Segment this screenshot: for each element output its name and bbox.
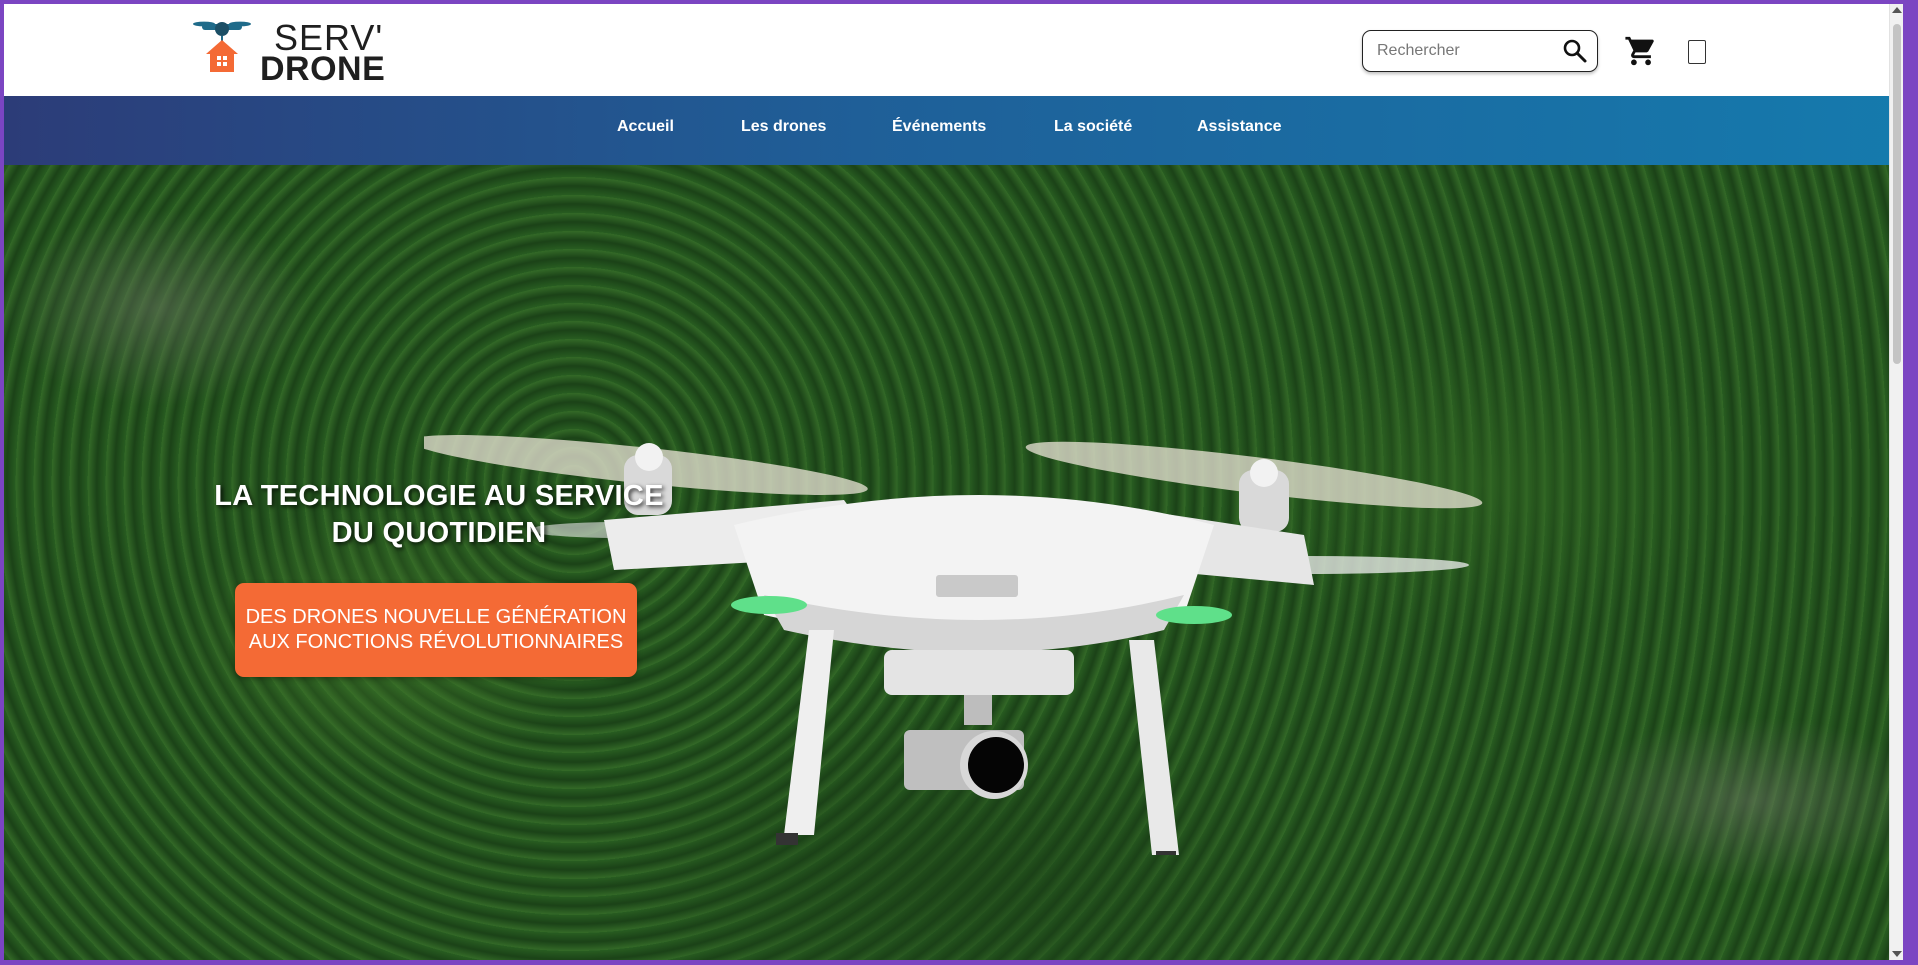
nav-item-accueil[interactable]: Accueil [617,118,674,136]
nav-item-les-drones[interactable]: Les drones [741,118,826,136]
hero-cta-button[interactable]: DES DRONES NOUVELLE GÉNÉRATION AUX FONCT… [235,583,637,677]
search-input[interactable] [1377,39,1557,63]
scroll-up-arrow-icon[interactable] [1892,7,1902,13]
cta-line-2: AUX FONCTIONS RÉVOLUTIONNAIRES [248,631,624,653]
cart-icon [1625,36,1654,66]
hero-title: LA TECHNOLOGIE AU SERVICE DU QUOTIDIEN [214,480,664,549]
brand-logo[interactable]: SERV' DRONE [192,18,392,88]
scroll-down-arrow-icon[interactable] [1892,951,1902,957]
search-button[interactable] [1561,37,1589,65]
search-box [1362,30,1598,72]
page-scrollbar[interactable] [1889,4,1903,960]
browser-viewport: SERV' DRONE Accueil Les drones Événement… [4,4,1903,960]
main-navigation: Accueil Les drones Événements La société… [4,96,1903,165]
nav-item-la-societe[interactable]: La société [1054,118,1132,136]
cta-line-1: DES DRONES NOUVELLE GÉNÉRATION [245,606,627,628]
cart-button[interactable] [1624,34,1658,68]
site-header: SERV' DRONE [4,4,1903,96]
hero-banner: LA TECHNOLOGIE AU SERVICE DU QUOTIDIEN D… [4,165,1903,960]
nav-item-assistance[interactable]: Assistance [1197,118,1282,136]
nav-item-evenements[interactable]: Événements [892,118,986,136]
drone-image [424,435,1483,855]
logo-text-drone: DRONE [260,50,386,88]
scroll-thumb[interactable] [1893,24,1901,364]
search-icon [1563,39,1587,63]
account-icon[interactable] [1688,40,1706,64]
